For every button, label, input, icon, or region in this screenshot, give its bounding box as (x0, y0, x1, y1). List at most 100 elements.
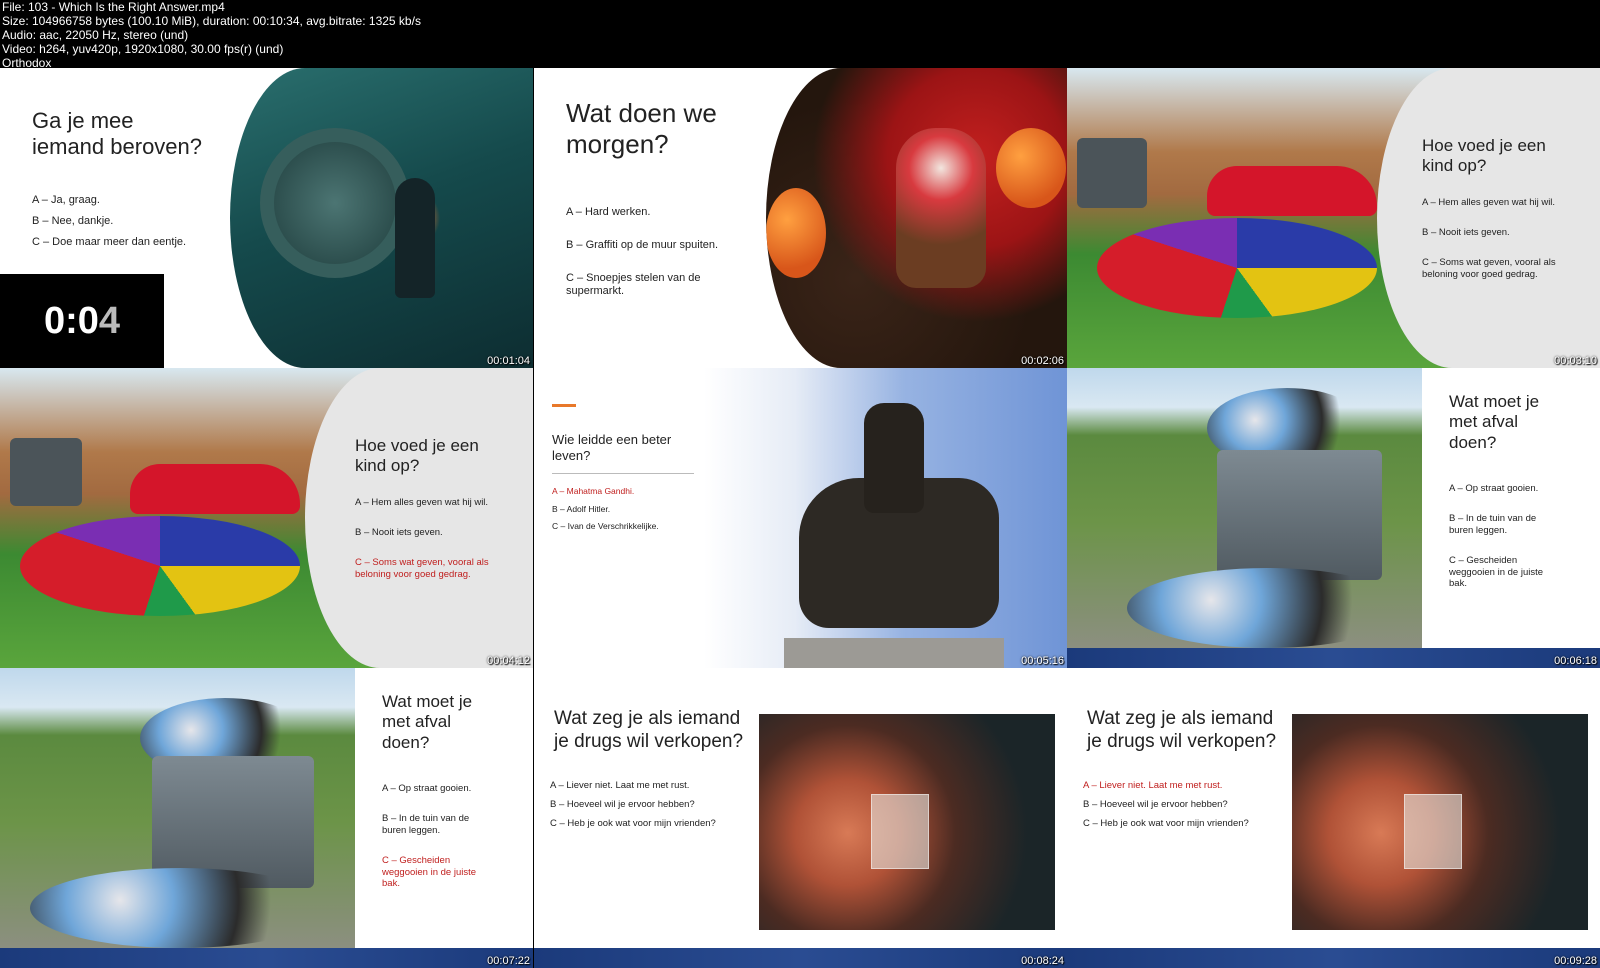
option-a-correct: A – Liever niet. Laat me met rust. (1083, 780, 1223, 791)
overflowing-bin-photo (0, 668, 355, 948)
overflowing-bin-photo (1067, 368, 1422, 648)
frame-6[interactable]: Wat moet je met afval doen? A – Op straa… (1067, 368, 1600, 668)
file-info-header: File: 103 - Which Is the Right Answer.mp… (0, 0, 1600, 70)
frame-4[interactable]: Hoe voed je een kind op? A – Hem alles g… (0, 368, 533, 668)
blue-footer-bar (534, 948, 1067, 968)
option-a: A – Hem alles geven wat hij wil. (1422, 197, 1556, 208)
option-c: C – Heb je ook wat voor mijn vrienden? (1083, 817, 1249, 829)
timer-main: 0:0 (43, 299, 99, 342)
option-a-correct: A – Mahatma Gandhi. (552, 486, 635, 496)
option-b: B – Hoeveel wil je ervoor hebben? (550, 798, 695, 810)
welder-figure (395, 178, 435, 298)
drug-offer-photo (1292, 714, 1588, 930)
drug-offer-photo (759, 714, 1055, 930)
trash-bin (1077, 138, 1147, 208)
frame-5[interactable]: Wie leidde een beter leven? A – Mahatma … (534, 368, 1067, 668)
question-title: Wat zeg je als iemand je drugs wil verko… (554, 708, 744, 752)
frame-7[interactable]: Wat moet je met afval doen? A – Op straa… (0, 668, 533, 968)
blue-footer-bar (0, 948, 533, 968)
timestamp: 00:08:24 (1021, 955, 1064, 967)
trash-bin (10, 438, 82, 506)
frame-2[interactable]: Wat doen we morgen? A – Hard werken. B –… (534, 68, 1067, 368)
option-c-correct: C – Gescheiden weggooien in de juiste ba… (382, 854, 477, 890)
option-b: B – Nooit iets geven. (355, 526, 443, 538)
plastic-bag (1404, 794, 1462, 869)
answer-options: A – Liever niet. Laat me met rust. B – H… (1083, 780, 1249, 837)
thumbnail-grid: Ga je mee iemand beroven? A – Ja, graag.… (0, 68, 1600, 968)
timestamp: 00:05:16 (1021, 655, 1064, 667)
option-b: B – In de tuin van de buren leggen. (1449, 512, 1537, 536)
answer-options: A – Ja, graag. B – Nee, dankje. C – Doe … (32, 194, 186, 256)
option-c-correct: C – Soms wat geven, vooral als beloning … (355, 556, 489, 580)
option-c: C – Gescheiden weggooien in de juiste ba… (1449, 554, 1544, 590)
video-info-line: Video: h264, yuv420p, 1920x1080, 30.00 f… (2, 42, 284, 56)
file-size-line: Size: 104966758 bytes (100.10 MiB), dura… (2, 14, 421, 28)
answer-options: A – Hem alles geven wat hij wil. B – Noo… (355, 486, 489, 599)
red-car (1207, 166, 1377, 216)
rider-statue (864, 403, 924, 513)
option-a: A – Ja, graag. (32, 194, 100, 206)
orange-fruit (996, 128, 1066, 208)
statue-pedestal (784, 638, 1004, 668)
option-b: B – Nooit iets geven. (1422, 226, 1510, 238)
timestamp: 00:03:10 (1554, 355, 1597, 367)
option-b: B – Adolf Hitler. (552, 503, 611, 514)
title-divider (552, 473, 694, 474)
option-c: C – Ivan de Verschrikkelijke. (552, 521, 659, 532)
chocolate-figure (896, 128, 986, 288)
question-title: Hoe voed je een kind op? (355, 436, 479, 476)
play-parachute (20, 516, 300, 616)
answer-options: A – Op straat gooien. B – In de tuin van… (1449, 472, 1543, 608)
red-car (130, 464, 300, 514)
frame-3[interactable]: Hoe voed je een kind op? A – Hem alles g… (1067, 68, 1600, 368)
answer-options: A – Liever niet. Laat me met rust. B – H… (550, 780, 716, 837)
question-title: Wat moet je met afval doen? (1449, 392, 1540, 452)
answer-options: A – Op straat gooien. B – In de tuin van… (382, 772, 476, 908)
option-b: B – Graffiti op de muur spuiten. (566, 238, 719, 251)
timestamp: 00:07:22 (487, 955, 530, 967)
option-c: C – Heb je ook wat voor mijn vrienden? (550, 817, 716, 829)
question-title: Wat doen we morgen? (566, 98, 717, 160)
frame-8[interactable]: Wat zeg je als iemand je drugs wil verko… (534, 668, 1067, 968)
option-a: A – Op straat gooien. (1449, 483, 1539, 494)
garbage-pile (1127, 568, 1407, 648)
sinterklaas-photo (766, 68, 1067, 368)
countdown-timer: 0:0 4 (0, 274, 164, 368)
option-a: A – Liever niet. Laat me met rust. (550, 780, 690, 791)
timestamp: 00:09:28 (1554, 955, 1597, 967)
audio-info-line: Audio: aac, 22050 Hz, stereo (und) (2, 28, 189, 42)
accent-dash (552, 404, 576, 407)
option-c: C – Snoepjes stelen van de supermarkt. (566, 271, 701, 298)
option-b: B – Nee, dankje. (32, 214, 114, 227)
question-title: Hoe voed je een kind op? (1422, 136, 1546, 176)
option-c: C – Soms wat geven, vooral als beloning … (1422, 256, 1556, 280)
blue-footer-bar (1067, 948, 1600, 968)
option-a: A – Hard werken. (566, 206, 651, 218)
file-name-line: File: 103 - Which Is the Right Answer.mp… (2, 0, 225, 14)
garbage-container (1217, 450, 1382, 580)
timestamp: 00:02:06 (1021, 355, 1064, 367)
answer-options: A – Mahatma Gandhi. B – Adolf Hitler. C … (552, 486, 659, 539)
question-title: Ga je mee iemand beroven? (32, 108, 203, 160)
timestamp: 00:04:12 (487, 655, 530, 667)
frame-9[interactable]: Wat zeg je als iemand je drugs wil verko… (1067, 668, 1600, 968)
answer-options: A – Hard werken. B – Graffiti op de muur… (566, 194, 718, 318)
question-title: Wat moet je met afval doen? (382, 692, 473, 752)
blue-footer-bar (1067, 648, 1600, 668)
timer-dim-digit: 4 (98, 299, 121, 342)
vault-photo (230, 68, 533, 368)
orange-fruit (766, 188, 826, 278)
timestamp: 00:06:18 (1554, 655, 1597, 667)
vault-wheel (260, 128, 410, 278)
plastic-bag (871, 794, 929, 869)
question-title: Wie leidde een beter leven? (552, 432, 672, 463)
frame-1[interactable]: Ga je mee iemand beroven? A – Ja, graag.… (0, 68, 533, 368)
option-a: A – Op straat gooien. (382, 783, 472, 794)
answer-options: A – Hem alles geven wat hij wil. B – Noo… (1422, 186, 1556, 299)
equestrian-statue-photo (704, 368, 1067, 668)
timestamp: 00:01:04 (487, 355, 530, 367)
garbage-pile (30, 868, 330, 948)
question-title: Wat zeg je als iemand je drugs wil verko… (1087, 708, 1277, 752)
play-parachute (1097, 218, 1377, 318)
option-a: A – Hem alles geven wat hij wil. (355, 497, 489, 508)
